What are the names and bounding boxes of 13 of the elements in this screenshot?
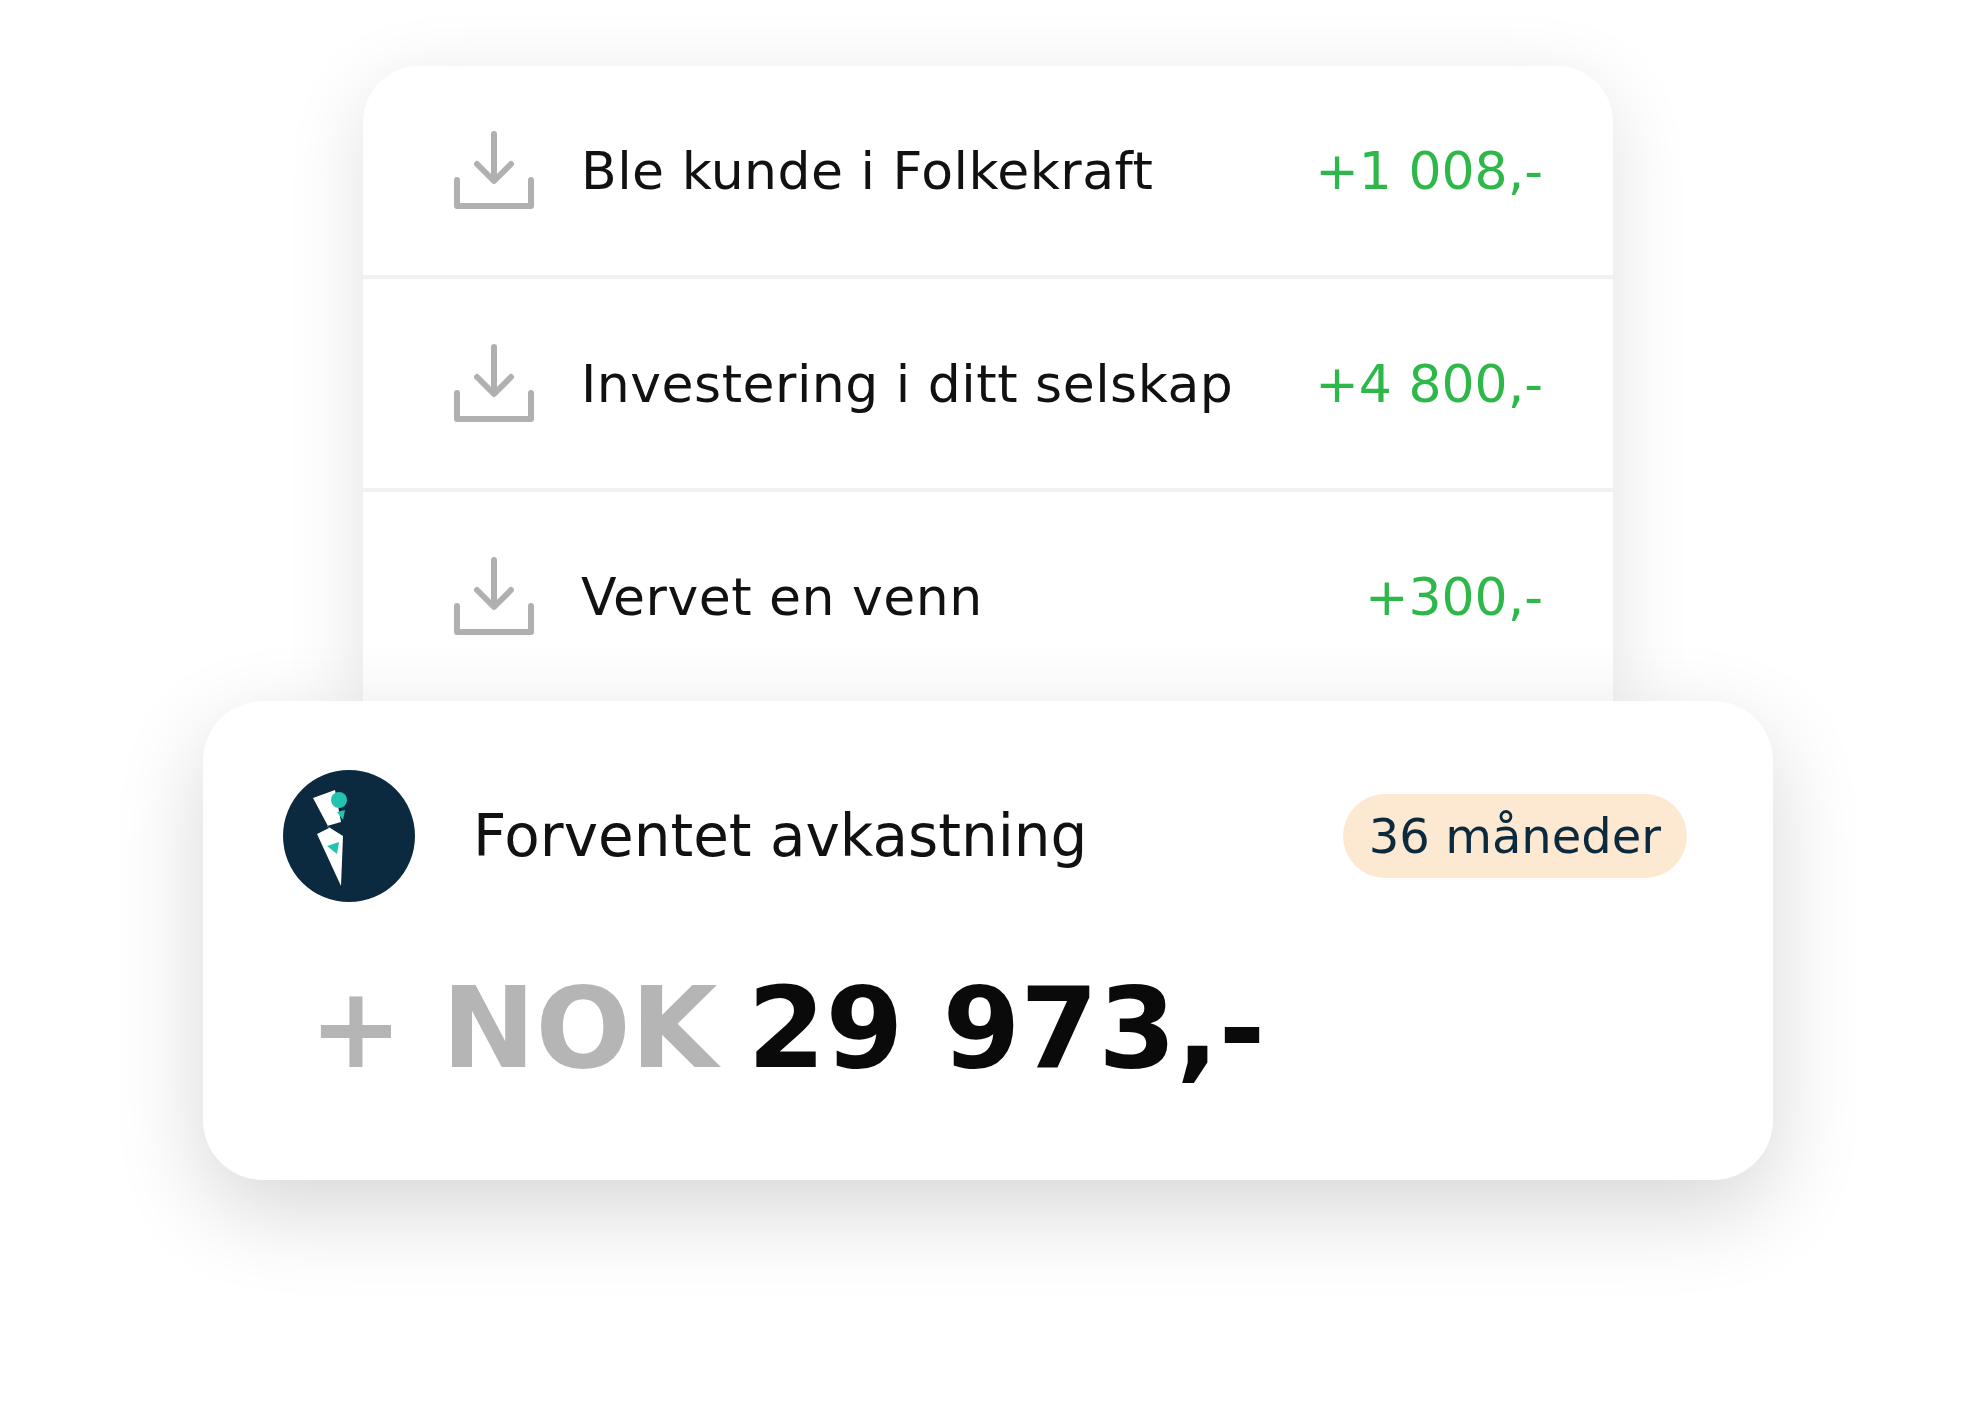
transaction-amount: +300,- — [1364, 566, 1543, 627]
transaction-label: Ble kunde i Folkekraft — [581, 140, 1155, 201]
period-badge: 36 måneder — [1342, 794, 1687, 878]
summary-title: Forventet avkastning — [473, 802, 1089, 870]
download-icon — [453, 555, 535, 638]
transaction-amount: +4 800,- — [1315, 353, 1543, 414]
transaction-amount: +1 008,- — [1315, 140, 1543, 201]
download-icon — [453, 342, 535, 425]
lightning-logo-icon — [283, 770, 415, 902]
transaction-label: Vervet en venn — [581, 566, 984, 627]
transaction-label: Investering i ditt selskap — [581, 353, 1235, 414]
download-icon — [453, 129, 535, 212]
return-amount: 29 973,- — [747, 972, 1266, 1084]
